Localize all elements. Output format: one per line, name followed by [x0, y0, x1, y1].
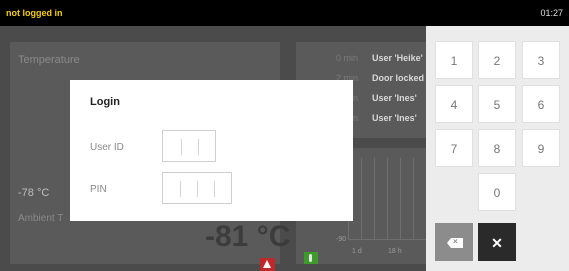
log-message: User 'Ines'	[372, 93, 417, 103]
screen: not logged in 01:27 Temperature -78 °C A…	[0, 0, 569, 271]
log-message: User 'Heike'	[372, 53, 423, 63]
key-0[interactable]: 0	[478, 173, 516, 211]
cancel-button[interactable]: ✕	[478, 223, 516, 261]
key-7[interactable]: 7	[435, 129, 473, 167]
log-message: User 'Ines'	[372, 113, 417, 123]
login-dialog: Login User ID PIN	[70, 80, 353, 221]
log-message: Door locked	[372, 73, 425, 83]
numeric-keypad: 1 2 3 4 5 6 7 8 9 0 × ✕	[426, 26, 569, 271]
log-time: 0 min	[336, 53, 359, 63]
login-status: not logged in	[6, 8, 63, 18]
alarm-icon[interactable]	[260, 258, 275, 271]
key-4[interactable]: 4	[435, 85, 473, 123]
temperature-value: -81 °C	[205, 220, 291, 253]
key-8[interactable]: 8	[478, 129, 516, 167]
log-entry: 0 min User 'Heike'	[296, 48, 426, 68]
key-2[interactable]: 2	[478, 41, 516, 79]
status-bar: not logged in 01:27	[0, 0, 569, 26]
pin-label: PIN	[90, 184, 107, 195]
clock: 01:27	[540, 8, 563, 18]
user-id-label: User ID	[90, 142, 124, 153]
key-3[interactable]: 3	[522, 41, 560, 79]
backspace-button[interactable]: ×	[435, 223, 473, 261]
key-6[interactable]: 6	[522, 85, 560, 123]
current-temperature: -78 °C	[18, 187, 50, 199]
ambient-label: Ambient T	[18, 213, 64, 224]
key-1[interactable]: 1	[435, 41, 473, 79]
thermometer-icon[interactable]	[304, 252, 318, 264]
y-tick-label: -90	[336, 236, 347, 243]
user-id-input[interactable]	[162, 130, 216, 162]
x-tick-label: 18 h	[388, 248, 402, 255]
dialog-title: Login	[90, 96, 120, 108]
pin-input[interactable]	[162, 172, 232, 204]
close-icon: ✕	[491, 235, 503, 251]
backspace-icon: ×	[447, 237, 463, 248]
x-tick-label: 1 d	[352, 248, 362, 255]
chart-grid	[348, 158, 426, 240]
key-9[interactable]: 9	[522, 129, 560, 167]
key-5[interactable]: 5	[478, 85, 516, 123]
temperature-title: Temperature	[18, 54, 80, 66]
